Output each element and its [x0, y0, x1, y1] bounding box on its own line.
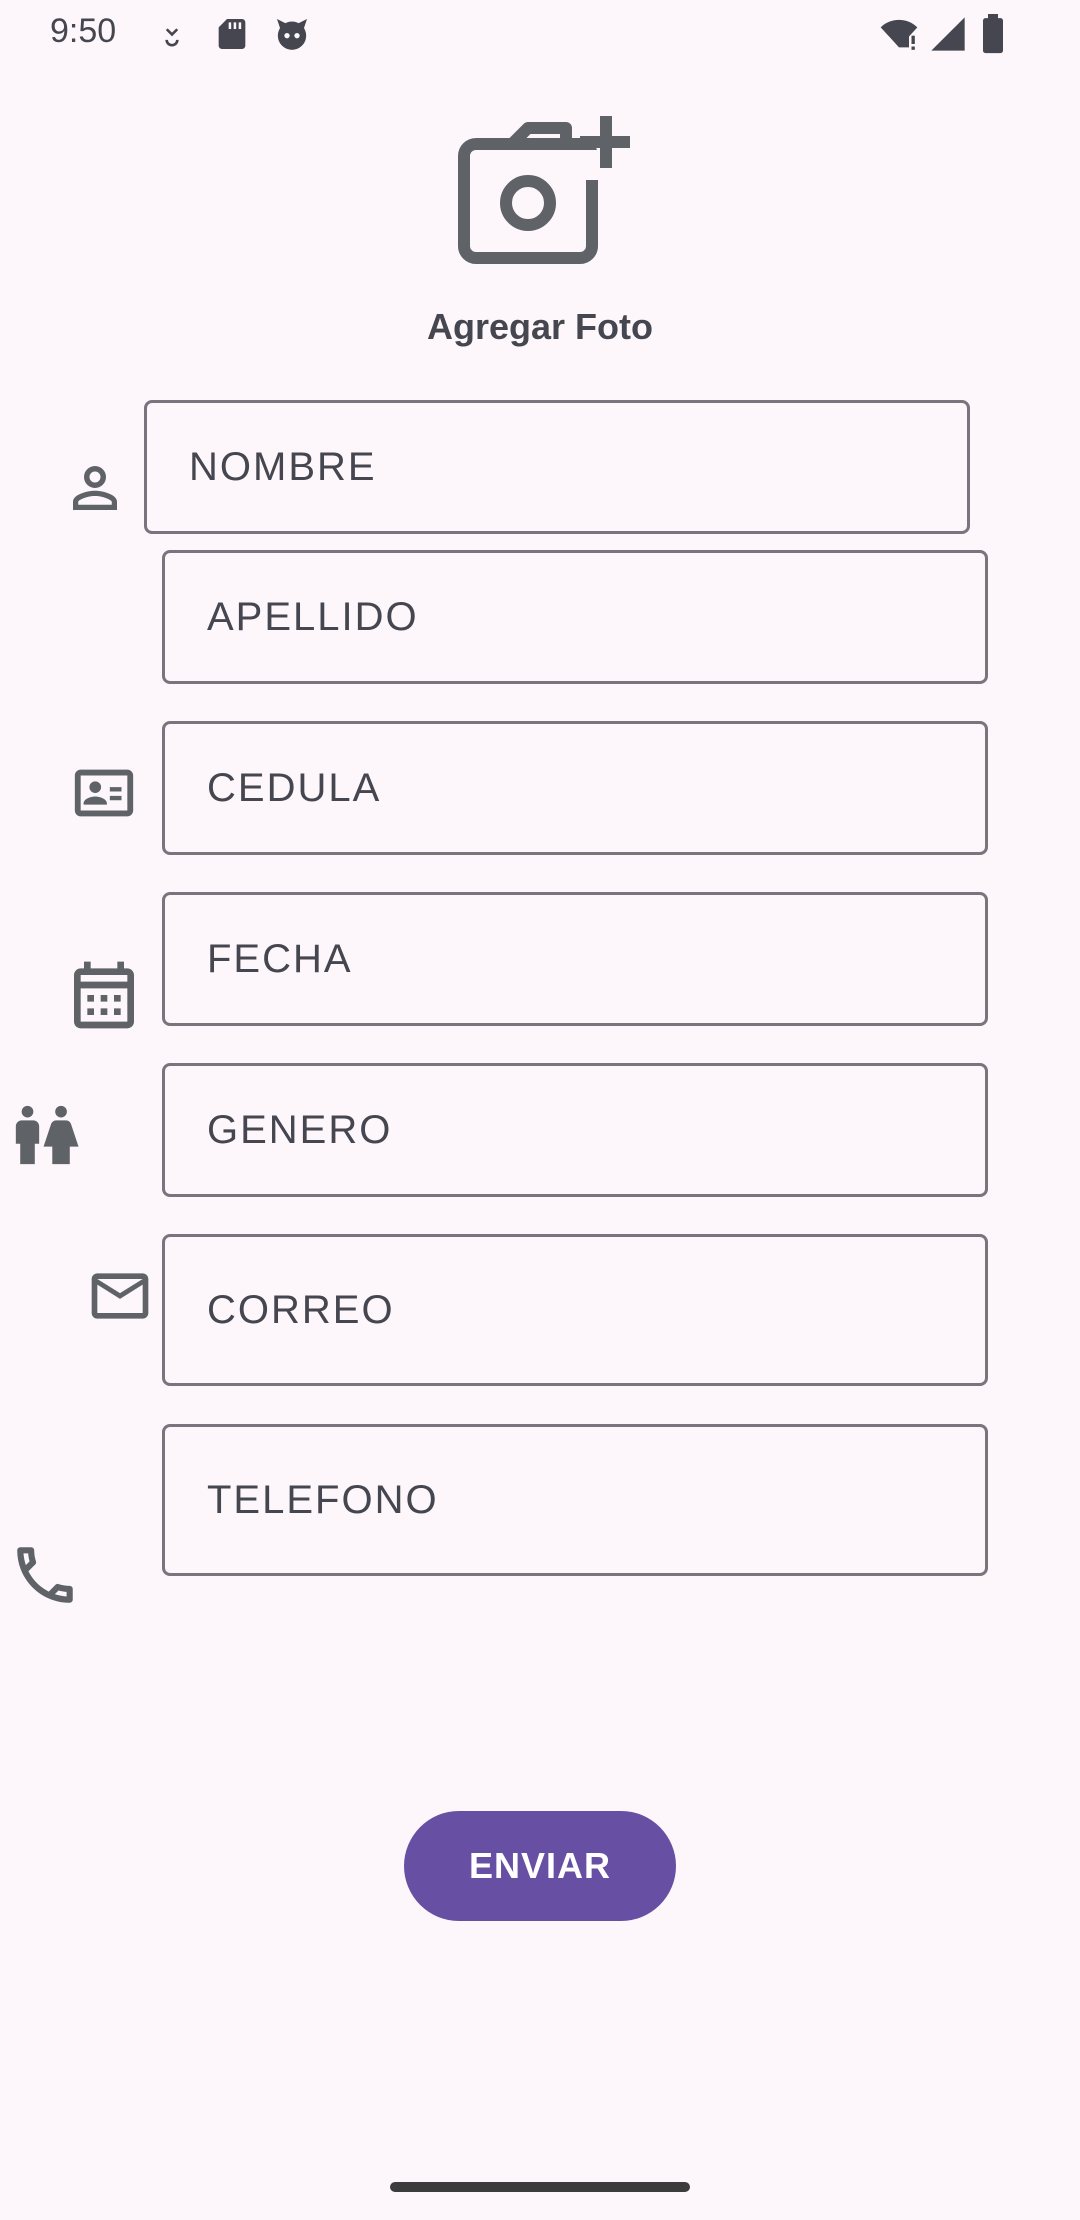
- phone-icon: [8, 1538, 82, 1612]
- sd-card-icon: [212, 14, 252, 54]
- battery-icon: [978, 14, 1008, 54]
- fecha-field[interactable]: FECHA: [162, 892, 988, 1026]
- camera-add-icon[interactable]: [450, 110, 632, 270]
- person-icon: [58, 455, 132, 521]
- genero-field[interactable]: GENERO: [162, 1063, 988, 1197]
- signal-icon: [928, 14, 968, 54]
- add-photo-label: Agregar Foto: [426, 306, 653, 347]
- gender-icon: [10, 1095, 80, 1175]
- telefono-field[interactable]: TELEFONO: [162, 1424, 988, 1576]
- id-card-icon: [64, 758, 144, 828]
- wifi-icon: [878, 14, 920, 54]
- status-bar: 9:50: [0, 0, 1080, 68]
- status-time: 9:50: [50, 12, 117, 50]
- download-icon: [152, 14, 192, 54]
- apellido-field[interactable]: APELLIDO: [162, 550, 988, 684]
- nombre-field[interactable]: NOMBRE: [144, 400, 970, 534]
- calendar-icon: [64, 955, 144, 1035]
- cedula-field[interactable]: CEDULA: [162, 721, 988, 855]
- face-icon: [272, 14, 312, 54]
- correo-field[interactable]: CORREO: [162, 1234, 988, 1386]
- enviar-button[interactable]: ENVIAR: [404, 1811, 676, 1921]
- home-indicator[interactable]: [390, 2182, 690, 2192]
- mail-icon: [80, 1262, 160, 1330]
